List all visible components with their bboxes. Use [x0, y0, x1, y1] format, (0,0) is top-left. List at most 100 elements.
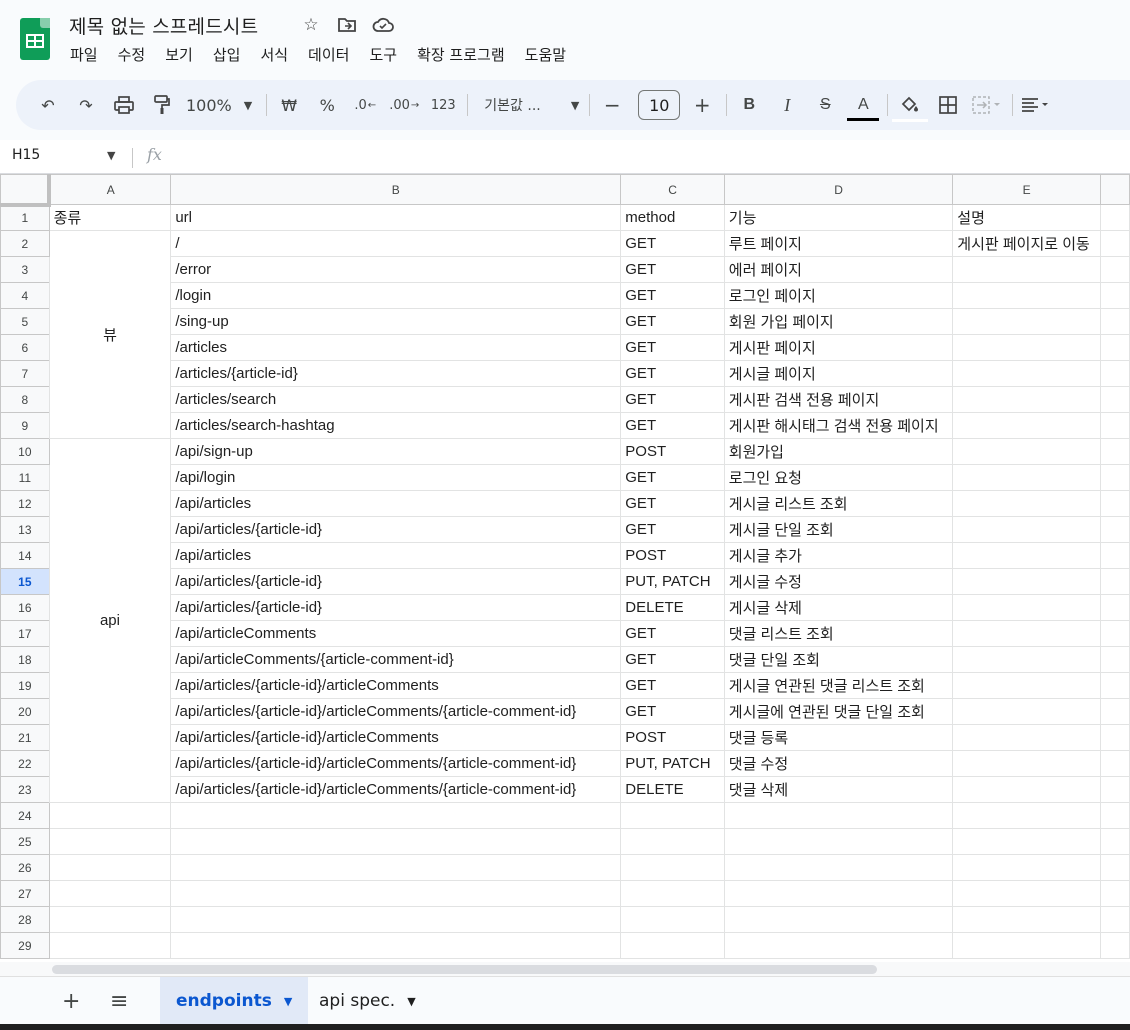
- merged-category-cell[interactable]: api: [48, 438, 172, 803]
- cell[interactable]: [48, 802, 172, 829]
- feature-cell[interactable]: 게시글 추가: [723, 542, 954, 569]
- feature-cell[interactable]: 게시판 해시태그 검색 전용 페이지: [723, 412, 954, 439]
- merged-category-cell[interactable]: 뷰: [48, 230, 172, 439]
- url-cell[interactable]: /api/articles: [170, 490, 622, 517]
- menu-item[interactable]: 도움말: [525, 44, 574, 66]
- method-cell[interactable]: GET: [620, 698, 725, 725]
- cell[interactable]: [1099, 906, 1130, 933]
- feature-cell[interactable]: 게시글 삭제: [723, 594, 954, 621]
- method-cell[interactable]: POST: [620, 724, 725, 751]
- strikethrough-icon[interactable]: S: [811, 91, 839, 119]
- cell[interactable]: [48, 854, 172, 881]
- sheets-logo-icon[interactable]: [20, 18, 50, 60]
- description-cell[interactable]: [952, 490, 1101, 517]
- feature-cell[interactable]: 게시글 단일 조회: [723, 516, 954, 543]
- feature-cell[interactable]: 에러 페이지: [723, 256, 954, 283]
- row-header[interactable]: 10: [0, 438, 50, 465]
- cell[interactable]: [1099, 750, 1130, 777]
- cell[interactable]: [170, 906, 622, 933]
- sheet-tab-endpoints[interactable]: endpoints ▼: [160, 977, 309, 1025]
- row-header[interactable]: 8: [0, 386, 50, 413]
- row-header[interactable]: 9: [0, 412, 50, 439]
- description-cell[interactable]: [952, 438, 1101, 465]
- column-header[interactable]: C: [620, 174, 725, 205]
- menu-item[interactable]: 서식: [260, 44, 296, 66]
- cell[interactable]: [1099, 360, 1130, 387]
- method-cell[interactable]: PUT, PATCH: [620, 750, 725, 777]
- cell[interactable]: [952, 906, 1101, 933]
- url-cell[interactable]: /api/articles: [170, 542, 622, 569]
- header-cell[interactable]: 기능: [723, 204, 954, 231]
- print-icon[interactable]: [110, 91, 138, 119]
- row-header[interactable]: 22: [0, 750, 50, 777]
- row-header[interactable]: 11: [0, 464, 50, 491]
- sheet-tab-api-spec[interactable]: api spec. ▼: [303, 977, 432, 1025]
- description-cell[interactable]: 게시판 페이지로 이동: [952, 230, 1101, 257]
- cell[interactable]: [1099, 724, 1130, 751]
- decrease-decimal-button[interactable]: .0 ←: [351, 91, 379, 119]
- scrollbar-thumb[interactable]: [52, 965, 877, 974]
- cell[interactable]: [723, 828, 954, 855]
- row-header[interactable]: 17: [0, 620, 50, 647]
- description-cell[interactable]: [952, 360, 1101, 387]
- cell[interactable]: [1099, 516, 1130, 543]
- cell[interactable]: [723, 906, 954, 933]
- increase-font-size-button[interactable]: +: [688, 91, 716, 119]
- cloud-status-icon[interactable]: [372, 14, 394, 36]
- cell[interactable]: [1099, 464, 1130, 491]
- cell[interactable]: [1099, 880, 1130, 907]
- method-cell[interactable]: GET: [620, 516, 725, 543]
- horizontal-align-icon[interactable]: [1021, 91, 1051, 119]
- method-cell[interactable]: DELETE: [620, 594, 725, 621]
- cell[interactable]: [952, 932, 1101, 959]
- cell[interactable]: [1099, 672, 1130, 699]
- cell[interactable]: [1099, 542, 1130, 569]
- feature-cell[interactable]: 게시판 페이지: [723, 334, 954, 361]
- column-header[interactable]: D: [723, 174, 954, 205]
- url-cell[interactable]: /api/articleComments: [170, 620, 622, 647]
- add-sheet-button[interactable]: +: [62, 989, 80, 1014]
- feature-cell[interactable]: 게시글 연관된 댓글 리스트 조회: [723, 672, 954, 699]
- url-cell[interactable]: /sing-up: [170, 308, 622, 335]
- url-cell[interactable]: /api/articleComments/{article-comment-id…: [170, 646, 622, 673]
- cell[interactable]: [48, 906, 172, 933]
- column-header[interactable]: E: [952, 174, 1101, 205]
- column-header[interactable]: [1099, 174, 1130, 205]
- bold-button[interactable]: B: [735, 91, 763, 119]
- description-cell[interactable]: [952, 646, 1101, 673]
- cell[interactable]: [48, 828, 172, 855]
- cell[interactable]: [620, 854, 725, 881]
- menu-item[interactable]: 도구: [369, 44, 405, 66]
- cell[interactable]: [170, 932, 622, 959]
- method-cell[interactable]: GET: [620, 256, 725, 283]
- cell[interactable]: [1099, 620, 1130, 647]
- url-cell[interactable]: /articles/search-hashtag: [170, 412, 622, 439]
- more-formats-button[interactable]: 123: [429, 91, 457, 119]
- url-cell[interactable]: /articles/{article-id}: [170, 360, 622, 387]
- feature-cell[interactable]: 게시글 리스트 조회: [723, 490, 954, 517]
- cell[interactable]: [1099, 438, 1130, 465]
- italic-button[interactable]: I: [773, 91, 801, 119]
- feature-cell[interactable]: 댓글 수정: [723, 750, 954, 777]
- menu-item[interactable]: 확장 프로그램: [417, 44, 513, 66]
- column-header[interactable]: A: [48, 174, 172, 205]
- cell[interactable]: [952, 802, 1101, 829]
- description-cell[interactable]: [952, 542, 1101, 569]
- url-cell[interactable]: /: [170, 230, 622, 257]
- feature-cell[interactable]: 댓글 리스트 조회: [723, 620, 954, 647]
- method-cell[interactable]: GET: [620, 230, 725, 257]
- chevron-down-icon[interactable]: ▼: [107, 149, 115, 162]
- cell[interactable]: [620, 932, 725, 959]
- menu-item[interactable]: 파일: [70, 44, 106, 66]
- cell[interactable]: [1099, 854, 1130, 881]
- cell[interactable]: [1099, 230, 1130, 257]
- zoom-select[interactable]: 100% ▼: [186, 96, 252, 115]
- chevron-down-icon[interactable]: ▼: [407, 995, 415, 1008]
- cell[interactable]: [1099, 412, 1130, 439]
- row-header[interactable]: 27: [0, 880, 50, 907]
- feature-cell[interactable]: 게시글 페이지: [723, 360, 954, 387]
- row-header[interactable]: 5: [0, 308, 50, 335]
- cell[interactable]: [723, 932, 954, 959]
- cell[interactable]: [620, 906, 725, 933]
- method-cell[interactable]: GET: [620, 334, 725, 361]
